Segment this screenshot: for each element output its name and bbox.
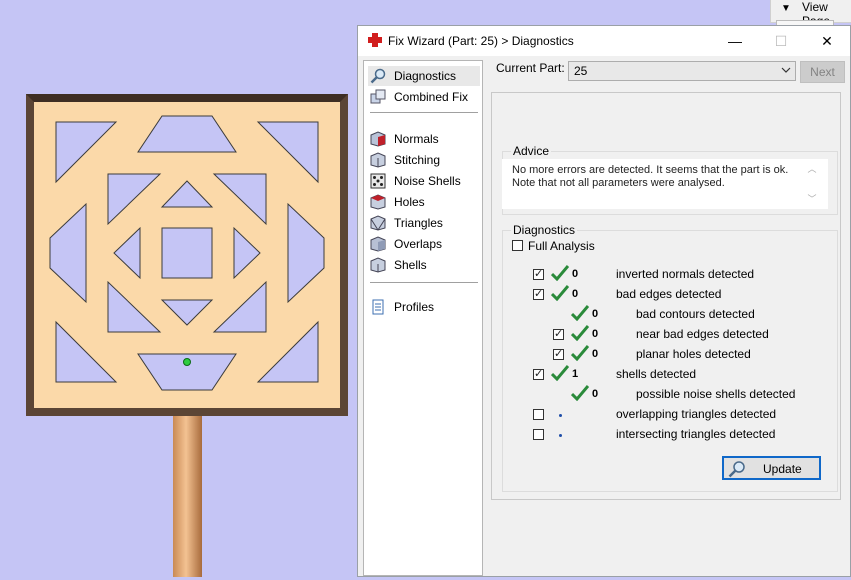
row-checkbox[interactable]: ✓ xyxy=(533,268,544,280)
row-checkbox[interactable] xyxy=(533,429,544,440)
nav-item-label: Noise Shells xyxy=(394,174,461,188)
nav-item-label: Triangles xyxy=(394,216,443,230)
magnifier-icon xyxy=(728,461,745,478)
row-checkbox[interactable]: ✓ xyxy=(553,328,564,340)
current-part-label: Current Part: xyxy=(496,61,565,75)
scroll-up-icon[interactable]: ︿ xyxy=(806,162,818,174)
update-button[interactable]: Update xyxy=(722,456,821,480)
advice-text-box[interactable]: No more errors are detected. It seems th… xyxy=(502,159,828,209)
nav-item-holes[interactable]: Holes xyxy=(368,192,480,212)
row-label: shells detected xyxy=(616,367,697,381)
green-check-icon xyxy=(551,285,569,301)
nav-item-label: Diagnostics xyxy=(394,69,457,83)
full-analysis-checkbox[interactable] xyxy=(512,240,523,251)
nav-item-shells[interactable]: Shells xyxy=(368,255,480,275)
overlaps-cube-icon xyxy=(370,236,386,252)
close-button[interactable]: ✕ xyxy=(804,26,850,56)
nav-item-stitching[interactable]: Stitching xyxy=(368,150,480,170)
row-count: 0 xyxy=(592,328,599,340)
row-count: 1 xyxy=(572,368,579,380)
row-label: bad edges detected xyxy=(616,287,722,301)
row-count: 0 xyxy=(572,268,579,280)
nav-item-triangles[interactable]: Triangles xyxy=(368,213,480,233)
nav-item-label: Overlaps xyxy=(394,237,443,251)
nav-item-label: Profiles xyxy=(394,300,435,314)
nav-item-noise-shells[interactable]: Noise Shells xyxy=(368,171,480,191)
magnifier-icon xyxy=(370,68,386,84)
nav-item-label: Combined Fix xyxy=(394,90,469,104)
green-check-icon xyxy=(551,365,569,381)
row-count: 0 xyxy=(592,348,599,360)
shells-cube-icon xyxy=(370,257,386,273)
title-bar[interactable]: Fix Wizard (Part: 25) > Diagnostics — ☐ … xyxy=(358,26,850,56)
green-check-icon xyxy=(571,305,589,321)
row-label: overlapping triangles detected xyxy=(616,407,777,421)
green-check-icon xyxy=(571,345,589,361)
minimize-button[interactable]: — xyxy=(712,26,758,56)
view-page-button[interactable]: ▼ View Page xyxy=(770,0,851,30)
fix-nav-panel: Diagnostics Combined Fix Normals Stitchi… xyxy=(363,60,483,576)
dialog-client: Diagnostics Combined Fix Normals Stitchi… xyxy=(358,56,850,576)
window-title: Fix Wizard (Part: 25) > Diagnostics xyxy=(388,34,574,48)
nav-item-overlaps[interactable]: Overlaps xyxy=(368,234,480,254)
cubes-icon xyxy=(370,89,386,104)
row-label: intersecting triangles detected xyxy=(616,427,776,441)
nav-item-label: Holes xyxy=(394,195,425,209)
row-count: 0 xyxy=(572,288,579,300)
row-label: planar holes detected xyxy=(636,347,751,361)
advice-title: Advice xyxy=(511,144,552,158)
nav-item-label: Normals xyxy=(394,132,439,146)
advice-line: Note that not all parameters were analys… xyxy=(512,177,725,189)
diagnostics-title: Diagnostics xyxy=(511,223,578,237)
dropdown-arrow-icon: ▼ xyxy=(781,3,791,14)
nav-divider xyxy=(370,112,478,113)
row-checkbox[interactable]: ✓ xyxy=(533,368,544,380)
red-cross-icon xyxy=(368,33,382,47)
fix-wizard-dialog: Fix Wizard (Part: 25) > Diagnostics — ☐ … xyxy=(357,25,851,577)
current-part-value: 25 xyxy=(574,64,588,78)
update-label: Update xyxy=(763,462,802,476)
normals-cube-icon xyxy=(370,131,386,147)
nav-divider xyxy=(370,282,478,283)
row-checkbox[interactable]: ✓ xyxy=(533,288,544,300)
next-button[interactable]: Next xyxy=(800,61,845,83)
nav-item-diagnostics[interactable]: Diagnostics xyxy=(368,66,480,86)
nav-item-profiles[interactable]: Profiles xyxy=(368,297,480,317)
nav-item-label: Stitching xyxy=(394,153,441,167)
advice-line: No more errors are detected. It seems th… xyxy=(512,164,789,176)
holes-cube-icon xyxy=(370,194,386,210)
current-part-select[interactable]: 25 xyxy=(568,61,796,81)
row-count: 0 xyxy=(592,308,599,320)
row-label: possible noise shells detected xyxy=(636,387,796,401)
green-check-icon xyxy=(551,265,569,281)
scroll-down-icon[interactable]: ﹀ xyxy=(806,192,818,204)
dice-icon xyxy=(370,173,386,189)
row-checkbox[interactable]: ✓ xyxy=(553,348,564,360)
row-label: inverted normals detected xyxy=(616,267,755,281)
chevron-down-icon xyxy=(781,67,791,73)
nav-item-label: Shells xyxy=(394,258,427,272)
row-count: 0 xyxy=(592,388,599,400)
green-check-icon xyxy=(571,325,589,341)
stitching-cube-icon xyxy=(370,152,386,168)
row-label: near bad edges detected xyxy=(636,327,769,341)
green-check-icon xyxy=(571,385,589,401)
row-label: bad contours detected xyxy=(636,307,755,321)
document-icon xyxy=(372,299,384,315)
pending-dot-icon xyxy=(559,434,562,437)
nav-item-combined-fix[interactable]: Combined Fix xyxy=(368,87,480,107)
nav-item-normals[interactable]: Normals xyxy=(368,129,480,149)
full-analysis-label: Full Analysis xyxy=(528,239,595,253)
triangles-cube-icon xyxy=(370,215,386,231)
pending-dot-icon xyxy=(559,414,562,417)
row-checkbox[interactable] xyxy=(533,409,544,420)
maximize-button[interactable]: ☐ xyxy=(758,26,804,56)
